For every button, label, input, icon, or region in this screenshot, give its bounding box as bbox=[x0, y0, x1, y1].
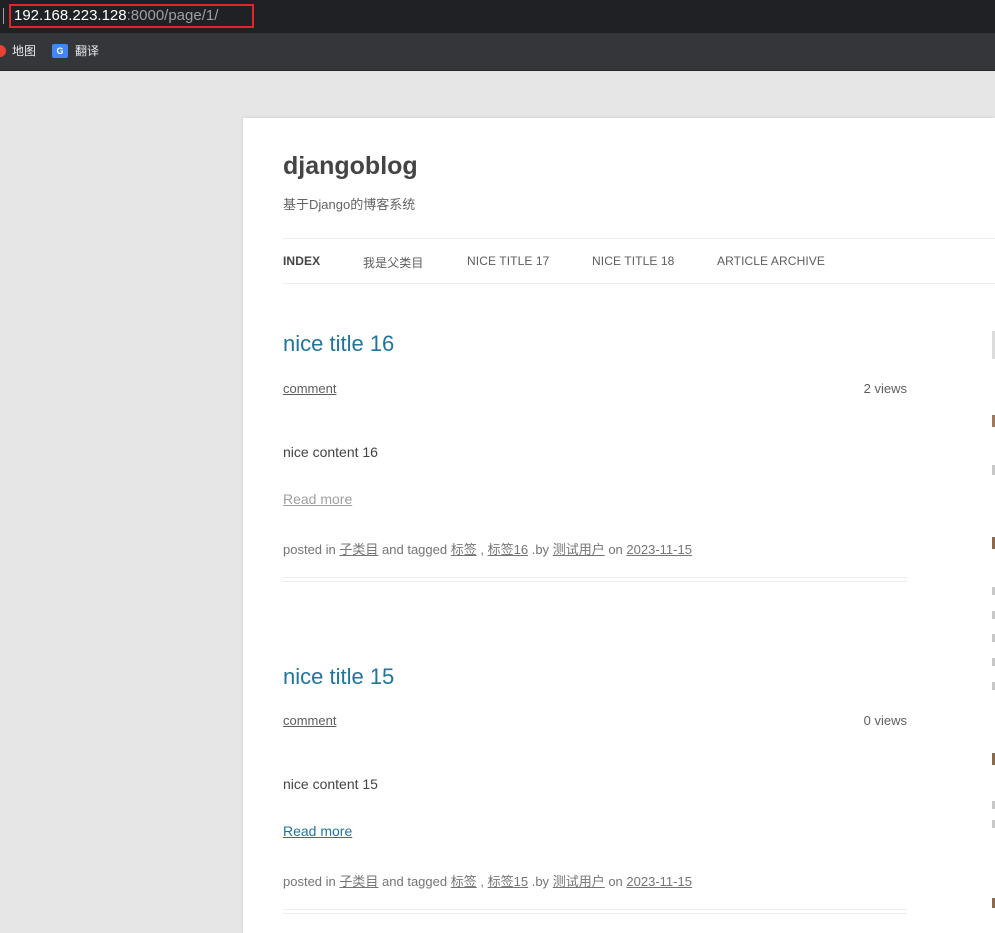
meta-comma: , bbox=[480, 874, 484, 889]
meta-posted-in: posted in bbox=[283, 542, 336, 557]
main-nav: INDEX 我是父类目 nice title 17 nice title 18 … bbox=[283, 238, 995, 284]
article-divider bbox=[283, 909, 907, 914]
article-content: nice content 16 bbox=[283, 444, 378, 460]
bookmark-translate[interactable]: G 翻译 bbox=[52, 43, 99, 59]
category-link[interactable]: 子类目 bbox=[339, 874, 378, 889]
nav-item-article-archive[interactable]: Article Archive bbox=[717, 254, 825, 268]
date-link[interactable]: 2023-11-15 bbox=[626, 874, 692, 889]
tag-link[interactable]: 标签 bbox=[451, 542, 477, 557]
site-title[interactable]: djangoblog bbox=[283, 151, 418, 181]
nav-item-parent-category[interactable]: 我是父类目 bbox=[363, 254, 424, 271]
meta-by: .by bbox=[531, 874, 550, 889]
nav-item-nice-title-17[interactable]: nice title 17 bbox=[467, 254, 549, 268]
view-count: 0 views bbox=[863, 713, 907, 728]
translate-icon: G bbox=[52, 44, 68, 58]
meta-and-tagged: and tagged bbox=[382, 874, 448, 889]
bookmarks-bar: 地图 G 翻译 bbox=[0, 33, 995, 71]
comment-link[interactable]: comment bbox=[283, 713, 336, 728]
read-more-link[interactable]: Read more bbox=[283, 823, 352, 839]
meta-by: .by bbox=[531, 542, 550, 557]
meta-posted-in: posted in bbox=[283, 874, 336, 889]
article-divider bbox=[283, 577, 907, 582]
bookmark-label: 地图 bbox=[12, 44, 37, 58]
article-content: nice content 15 bbox=[283, 776, 378, 792]
date-link[interactable]: 2023-11-15 bbox=[626, 542, 692, 557]
nav-item-nice-title-18[interactable]: nice title 18 bbox=[592, 254, 674, 268]
author-link[interactable]: 测试用户 bbox=[553, 874, 605, 889]
tag-link[interactable]: 标签16 bbox=[488, 542, 528, 557]
tag-link[interactable]: 标签 bbox=[451, 874, 477, 889]
article-title[interactable]: nice title 16 bbox=[283, 331, 394, 357]
site-description: 基于Django的博客系统 bbox=[283, 197, 416, 212]
article-title[interactable]: nice title 15 bbox=[283, 664, 394, 690]
address-host: 192.168.223.128 bbox=[14, 7, 127, 24]
meta-on: on bbox=[608, 542, 623, 557]
nav-item-index[interactable]: INDEX bbox=[283, 254, 320, 268]
meta-on: on bbox=[608, 874, 623, 889]
bookmark-label: 翻译 bbox=[75, 44, 100, 58]
view-count: 2 views bbox=[863, 381, 907, 396]
map-icon bbox=[0, 45, 6, 57]
article-meta: posted in 子类目 and tagged 标签 , 标签15 .by 测… bbox=[283, 871, 692, 890]
page-container: djangoblog 基于Django的博客系统 INDEX 我是父类目 nic… bbox=[243, 118, 995, 933]
meta-and-tagged: and tagged bbox=[382, 542, 448, 557]
category-link[interactable]: 子类目 bbox=[339, 542, 378, 557]
tag-link[interactable]: 标签15 bbox=[488, 874, 528, 889]
meta-comma: , bbox=[480, 542, 484, 557]
comment-link[interactable]: comment bbox=[283, 381, 336, 396]
read-more-link[interactable]: Read more bbox=[283, 491, 352, 507]
bookmark-map[interactable]: 地图 bbox=[0, 43, 37, 59]
address-bar[interactable]: 192.168.223.128:8000/page/1/ bbox=[9, 4, 254, 28]
browser-toolbar: 192.168.223.128:8000/page/1/ bbox=[0, 0, 995, 33]
address-path: :8000/page/1/ bbox=[126, 7, 219, 24]
tab-separator bbox=[3, 8, 4, 24]
article-meta: posted in 子类目 and tagged 标签 , 标签16 .by 测… bbox=[283, 539, 692, 558]
author-link[interactable]: 测试用户 bbox=[553, 542, 605, 557]
